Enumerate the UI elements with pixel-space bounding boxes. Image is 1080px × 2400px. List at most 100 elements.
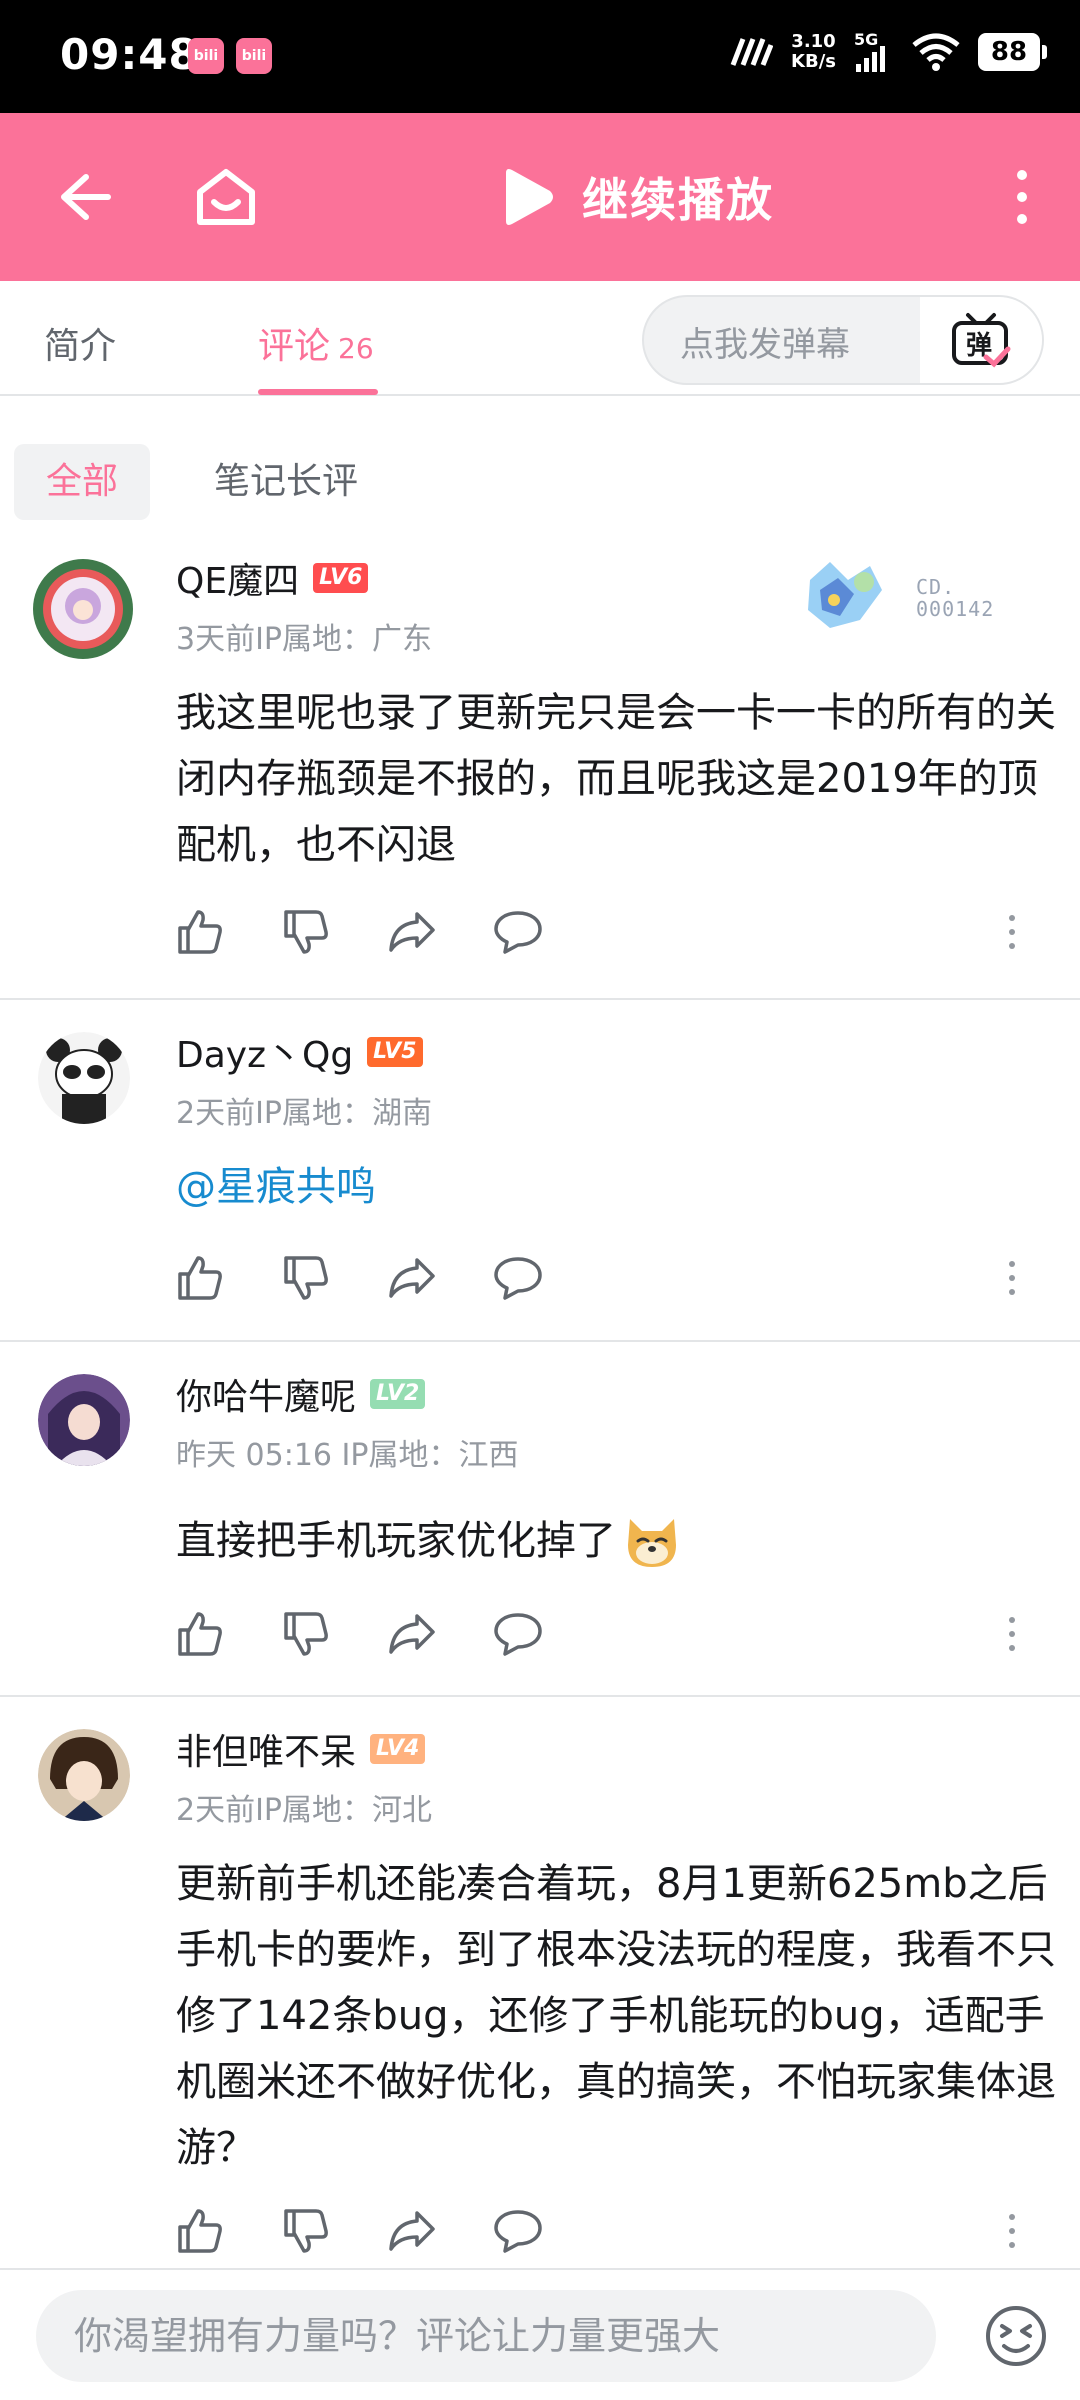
comment-meta: 昨天 05:16 IP属地：江西	[176, 1438, 519, 1473]
dislike-button[interactable]	[278, 1250, 334, 1306]
comment-more-button[interactable]	[1000, 2203, 1024, 2259]
danmaku-toggle-button[interactable]: 弹	[920, 297, 1042, 383]
reply-button[interactable]	[490, 1250, 546, 1306]
comment-header: QE魔四 LV6	[176, 552, 369, 604]
share-icon	[389, 1258, 435, 1298]
comment-item: QE魔四 LV6 3天前IP属地：广东 CD. 000142 我这里呢也录了更新…	[0, 526, 1080, 1000]
doge-emoji-icon	[628, 1519, 676, 1567]
battery-indicator: 88	[978, 33, 1047, 71]
share-button[interactable]	[384, 904, 440, 960]
bilibili-notification-icon: bili	[236, 38, 272, 74]
more-vertical-icon	[1017, 170, 1027, 224]
mention-link[interactable]: @星痕共鸣	[176, 1164, 376, 1210]
like-button[interactable]	[172, 904, 228, 960]
active-tab-indicator	[258, 389, 378, 395]
tab-intro[interactable]: 简介	[44, 317, 116, 369]
status-icons: 3.10 KB/s 5G 88	[729, 30, 1047, 74]
share-icon	[389, 912, 435, 952]
more-options-button[interactable]	[984, 159, 1060, 235]
home-icon	[197, 169, 255, 225]
username[interactable]: QE魔四	[176, 552, 299, 604]
comment-header: 非但唯不呆 LV4	[176, 1723, 426, 1775]
signal-icon: 5G	[854, 30, 894, 74]
comment-input-bar: 你渴望拥有力量吗？评论让力量更强大	[0, 2268, 1080, 2400]
comment-actions	[172, 1250, 546, 1306]
avatar[interactable]	[38, 1729, 130, 1821]
share-button[interactable]	[384, 2203, 440, 2259]
comment-more-button[interactable]	[1000, 904, 1024, 960]
comment-input[interactable]: 你渴望拥有力量吗？评论让力量更强大	[36, 2290, 936, 2382]
back-button[interactable]	[46, 159, 122, 235]
emoji-icon	[986, 2306, 1046, 2366]
fan-badge[interactable]: CD. 000142	[790, 550, 1020, 646]
comment-bubble-icon	[494, 1613, 542, 1656]
play-icon	[506, 169, 553, 225]
comment-bubble-icon	[494, 911, 542, 954]
level-badge: LV5	[367, 1037, 423, 1067]
danmaku-input[interactable]: 点我发弹幕	[680, 317, 850, 366]
continue-play-label: 继续播放	[582, 173, 774, 227]
thumbs-down-icon	[284, 1256, 328, 1300]
danmaku-on-icon: 弹	[952, 313, 1011, 368]
comment-bubble-icon	[494, 1257, 542, 1300]
danmaku-box: 点我发弹幕 弹	[642, 295, 1044, 385]
comment-actions	[172, 2203, 546, 2259]
username[interactable]: 你哈牛魔呢	[176, 1368, 356, 1420]
continue-play-button[interactable]: 继续播放	[500, 159, 774, 235]
dislike-button[interactable]	[278, 1606, 334, 1662]
level-badge: LV6	[313, 563, 369, 593]
comment-meta: 2天前IP属地：河北	[176, 1793, 433, 1828]
share-icon	[389, 1614, 435, 1654]
like-button[interactable]	[172, 1606, 228, 1662]
level-badge: LV4	[370, 1734, 426, 1764]
arrow-left-icon	[61, 174, 111, 220]
like-button[interactable]	[172, 1250, 228, 1306]
video-tabs: 简介 评论 26 点我发弹幕 弹	[0, 281, 1080, 396]
thumbs-down-icon	[284, 1612, 328, 1656]
reply-button[interactable]	[490, 904, 546, 960]
comment-more-button[interactable]	[1000, 1250, 1024, 1306]
network-speed: 3.10 KB/s	[791, 31, 836, 72]
dislike-button[interactable]	[278, 904, 334, 960]
like-button[interactable]	[172, 2203, 228, 2259]
comment-item: 你哈牛魔呢 LV2 昨天 05:16 IP属地：江西 直接把手机玩家优化掉了	[0, 1342, 1080, 1697]
filter-notes[interactable]: 笔记长评	[182, 444, 390, 520]
fan-badge-art	[808, 562, 882, 628]
nfc-icon	[730, 38, 774, 66]
comment-text-row: 直接把手机玩家优化掉了	[176, 1508, 1056, 1574]
filter-all[interactable]: 全部	[14, 444, 151, 520]
dislike-button[interactable]	[278, 2203, 334, 2259]
username[interactable]: Dayz丶Qg	[176, 1026, 353, 1078]
comment-more-button[interactable]	[1000, 1606, 1024, 1662]
video-header: 继续播放	[0, 113, 1080, 281]
comment-count: 26	[338, 332, 374, 365]
comment-text: 直接把手机玩家优化掉了	[176, 1518, 616, 1564]
thumbs-up-icon	[178, 910, 222, 954]
fan-badge-number: CD. 000142	[916, 575, 995, 621]
comment-actions	[172, 904, 546, 960]
share-button[interactable]	[384, 1606, 440, 1662]
emoji-button[interactable]	[984, 2304, 1048, 2368]
comment-header: Dayz丶Qg LV5	[176, 1026, 423, 1078]
comment-bubble-icon	[494, 2210, 542, 2253]
reply-button[interactable]	[490, 1606, 546, 1662]
status-bar: 09:48 bili bili 3.10 KB/s 5G 88	[0, 0, 1080, 113]
comment-meta: 3天前IP属地：广东	[176, 622, 433, 657]
home-button[interactable]	[188, 159, 264, 235]
thumbs-down-icon	[284, 910, 328, 954]
share-button[interactable]	[384, 1250, 440, 1306]
tab-comments[interactable]: 评论 26	[258, 317, 374, 369]
status-time: 09:48	[60, 30, 199, 79]
avatar[interactable]	[32, 558, 134, 660]
comment-header: 你哈牛魔呢 LV2	[176, 1368, 426, 1420]
reply-button[interactable]	[490, 2203, 546, 2259]
username[interactable]: 非但唯不呆	[176, 1723, 356, 1775]
bilibili-notification-icon: bili	[188, 38, 224, 74]
wifi-icon	[912, 33, 960, 71]
comment-text: 更新前手机还能凑合着玩，8月1更新625mb之后手机卡的要炸，到了根本没法玩的程…	[176, 1861, 1056, 2171]
share-icon	[389, 2211, 435, 2251]
avatar[interactable]	[38, 1374, 130, 1466]
avatar[interactable]	[38, 1032, 130, 1124]
comment-actions	[172, 1606, 546, 1662]
comment-filter: 全部 笔记长评	[0, 396, 1080, 526]
